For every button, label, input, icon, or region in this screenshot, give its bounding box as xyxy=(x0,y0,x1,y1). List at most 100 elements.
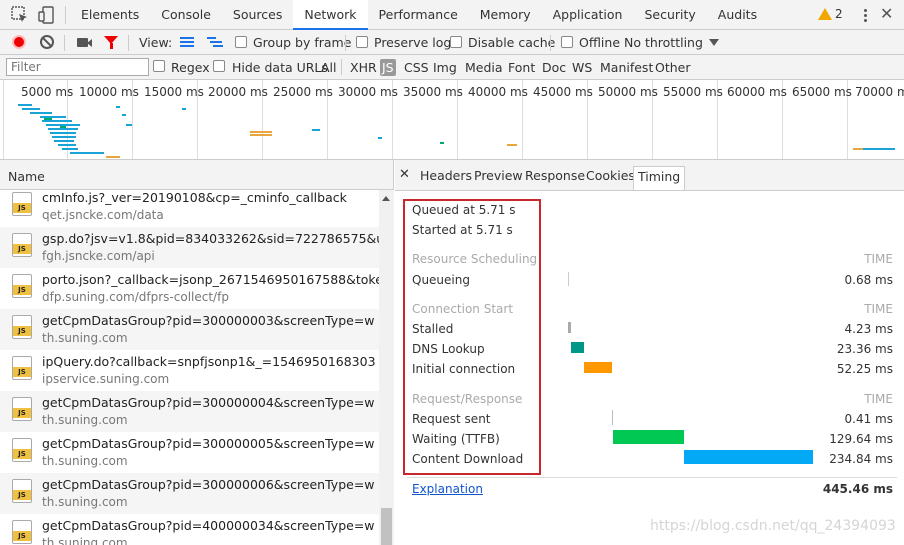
disable-cache-checkbox[interactable] xyxy=(450,36,462,48)
total-time: 445.46 ms xyxy=(822,482,893,496)
request-row[interactable]: JS getCpmDatasGroup?pid=300000005&screen… xyxy=(0,432,380,473)
time-column-header: TIME xyxy=(864,252,893,266)
preserve-log-checkbox[interactable] xyxy=(356,36,368,48)
request-list[interactable]: JS cmInfo.js?_ver=20190108&cp=_cminfo_ca… xyxy=(0,190,394,545)
request-host: th.suning.com xyxy=(42,413,128,427)
close-detail-icon[interactable]: ✕ xyxy=(399,168,410,181)
filter-icon[interactable] xyxy=(104,36,118,49)
scroll-thumb[interactable] xyxy=(381,508,392,545)
request-host: th.suning.com xyxy=(42,331,128,345)
overview-segment xyxy=(106,156,120,158)
request-row[interactable]: JS getCpmDatasGroup?pid=400000034&screen… xyxy=(0,514,380,545)
more-options-icon[interactable] xyxy=(858,7,872,23)
request-row[interactable]: JS getCpmDatasGroup?pid=300000006&screen… xyxy=(0,473,380,514)
devtools-tabbar: Elements Console Sources Network Perform… xyxy=(0,0,904,30)
watermark: https://blog.csdn.net/qq_24394093 xyxy=(650,518,896,534)
overview-segment xyxy=(122,114,126,116)
inspect-element-icon[interactable] xyxy=(11,6,29,24)
overview-tick-label: 60000 ms xyxy=(727,85,787,99)
name-column-header[interactable]: Name xyxy=(0,160,394,190)
regex-checkbox[interactable] xyxy=(153,60,165,72)
request-host: th.suning.com xyxy=(42,495,128,509)
js-file-icon: JS xyxy=(12,233,32,257)
request-name: ipQuery.do?callback=snpfjsonp1&_=1546950… xyxy=(42,354,376,369)
request-row[interactable]: JS getCpmDatasGroup?pid=300000004&screen… xyxy=(0,391,380,432)
type-filter-manifest[interactable]: Manifest xyxy=(600,59,653,76)
panel-tabs: Elements Console Sources Network Perform… xyxy=(70,0,768,30)
tab-preview[interactable]: Preview xyxy=(474,168,523,183)
request-row[interactable]: JS porto.json?_callback=jsonp_2671546950… xyxy=(0,268,393,309)
record-icon[interactable] xyxy=(12,35,26,49)
warning-icon xyxy=(818,8,832,20)
overview-tick-label: 35000 ms xyxy=(403,85,463,99)
type-filter-media[interactable]: Media xyxy=(465,59,503,76)
request-list-scrollbar[interactable] xyxy=(379,190,394,545)
large-rows-icon[interactable] xyxy=(180,37,194,48)
tab-headers[interactable]: Headers xyxy=(420,168,472,183)
throttling-select[interactable]: No throttling xyxy=(624,34,703,51)
type-filter-xhr[interactable]: XHR xyxy=(350,59,377,76)
overview-tick-label: 50000 ms xyxy=(598,85,658,99)
request-row[interactable]: JS cmInfo.js?_ver=20190108&cp=_cminfo_ca… xyxy=(0,190,380,227)
tab-cookies[interactable]: Cookies xyxy=(586,168,635,183)
waterfall-overview-icon[interactable] xyxy=(207,37,223,48)
tab-sources[interactable]: Sources xyxy=(222,0,293,30)
type-filter-all[interactable]: All xyxy=(321,59,337,76)
filter-input[interactable] xyxy=(6,58,149,76)
overview-segment xyxy=(54,140,74,142)
type-filter-img[interactable]: Img xyxy=(433,59,457,76)
tab-response[interactable]: Response xyxy=(525,168,585,183)
offline-label: Offline xyxy=(579,35,621,50)
tab-performance[interactable]: Performance xyxy=(368,0,469,30)
scroll-up-arrow-icon[interactable] xyxy=(382,196,390,201)
preserve-log-label: Preserve log xyxy=(374,35,452,50)
tab-console[interactable]: Console xyxy=(150,0,222,30)
type-filter-other[interactable]: Other xyxy=(655,59,691,76)
request-name: getCpmDatasGroup?pid=300000004&screenTyp… xyxy=(42,395,375,410)
offline-checkbox[interactable] xyxy=(561,36,573,48)
capture-screenshots-icon[interactable] xyxy=(77,38,92,47)
overview-tick-label: 30000 ms xyxy=(338,85,398,99)
network-overview-timeline[interactable]: 5000 ms 10000 ms 15000 ms 20000 ms 25000… xyxy=(0,80,904,160)
type-filter-js[interactable]: JS xyxy=(380,59,396,76)
device-toolbar-icon[interactable] xyxy=(38,6,56,24)
js-file-icon: JS xyxy=(12,356,32,380)
overview-segment xyxy=(62,148,78,150)
clear-icon[interactable] xyxy=(40,35,54,49)
overview-tick-label: 65000 ms xyxy=(792,85,852,99)
type-filter-doc[interactable]: Doc xyxy=(542,59,566,76)
request-name: getCpmDatasGroup?pid=300000003&screenTyp… xyxy=(42,313,375,328)
tabbar-divider xyxy=(65,6,66,24)
type-filter-font[interactable]: Font xyxy=(508,59,535,76)
overview-segment xyxy=(18,104,32,106)
tab-application[interactable]: Application xyxy=(542,0,634,30)
request-row[interactable]: JS gsp.do?jsv=v1.8&pid=834033262&sid=722… xyxy=(0,227,393,268)
js-file-icon: JS xyxy=(12,479,32,503)
filter-divider xyxy=(341,59,342,75)
type-filter-ws[interactable]: WS xyxy=(572,59,592,76)
type-filter-css[interactable]: CSS xyxy=(404,59,429,76)
tab-audits[interactable]: Audits xyxy=(707,0,768,30)
timing-value: 23.36 ms xyxy=(836,342,893,356)
tab-memory[interactable]: Memory xyxy=(469,0,542,30)
request-row[interactable]: JS ipQuery.do?callback=snpfjsonp1&_=1546… xyxy=(0,350,380,391)
toolbar-divider xyxy=(128,35,129,51)
tab-timing[interactable]: Timing xyxy=(633,166,686,190)
overview-segment xyxy=(116,106,120,108)
js-file-icon: JS xyxy=(12,397,32,421)
tab-elements[interactable]: Elements xyxy=(70,0,150,30)
hide-data-urls-checkbox[interactable] xyxy=(213,60,225,72)
request-host: th.suning.com xyxy=(42,536,128,545)
close-devtools-icon[interactable]: ✕ xyxy=(880,5,893,23)
explanation-link[interactable]: Explanation xyxy=(412,482,483,496)
overview-segment xyxy=(182,108,186,110)
overview-tick-label: 15000 ms xyxy=(144,85,204,99)
warnings-counter[interactable]: 2 xyxy=(818,7,843,21)
time-column-header: TIME xyxy=(864,302,893,316)
request-row[interactable]: JS getCpmDatasGroup?pid=300000003&screen… xyxy=(0,309,380,350)
tab-security[interactable]: Security xyxy=(633,0,706,30)
chevron-down-icon[interactable] xyxy=(709,39,719,46)
tab-network[interactable]: Network xyxy=(293,0,368,30)
time-column-header: TIME xyxy=(864,392,893,406)
group-by-frame-checkbox[interactable] xyxy=(235,36,247,48)
